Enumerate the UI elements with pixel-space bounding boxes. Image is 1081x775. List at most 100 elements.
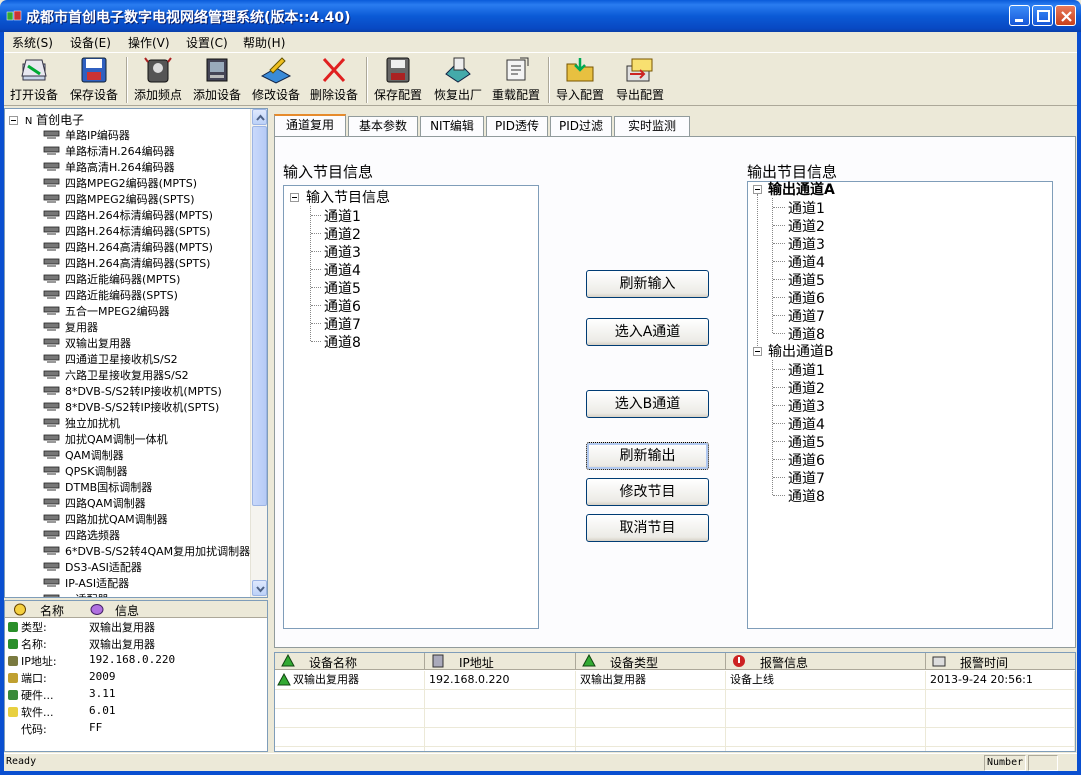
tree-root[interactable]: N 首创电子 [9, 111, 84, 128]
alarm-row[interactable] [275, 690, 1075, 709]
output-a-channel-node[interactable]: 通道1 [788, 198, 825, 218]
tree-scrollbar[interactable] [250, 109, 267, 597]
tree-item[interactable]: 四路近能编码器(SPTS) [43, 287, 178, 303]
tree-item[interactable]: 8*DVB-S/S2转IP接收机(SPTS) [43, 399, 219, 415]
maximize-button[interactable] [1032, 5, 1053, 26]
col-device-type[interactable]: 设备类型 [576, 653, 726, 670]
collapse-icon[interactable] [9, 116, 18, 125]
input-tree[interactable]: 输入节目信息 通道1 通道2 通道3 通道4 通道5 通道6 通道7 通道8 [283, 185, 539, 629]
input-channel-node[interactable]: 通道2 [324, 224, 361, 244]
input-channel-node[interactable]: 通道3 [324, 242, 361, 262]
tree-item[interactable]: 四路MPEG2编码器(MPTS) [43, 175, 197, 191]
tree-item[interactable]: 四路MPEG2编码器(SPTS) [43, 191, 195, 207]
add-device-button[interactable]: 添加设备 [187, 56, 247, 104]
tree-item[interactable]: 四路H.264高清编码器(SPTS) [43, 255, 210, 271]
output-a-channel-node[interactable]: 通道6 [788, 288, 825, 308]
tree-item[interactable]: 四路QAM调制器 [43, 495, 146, 511]
tab-pid-pass[interactable]: PID透传 [486, 116, 548, 136]
output-b-channel-node[interactable]: 通道1 [788, 360, 825, 380]
output-b-channel-node[interactable]: 通道4 [788, 414, 825, 434]
menu-help[interactable]: 帮助(H) [243, 34, 285, 51]
cancel-program-button[interactable]: 取消节目 [586, 514, 709, 542]
alarm-row[interactable] [275, 728, 1075, 747]
tree-item[interactable]: 四通道卫星接收机S/S2 [43, 351, 178, 367]
input-channel-node[interactable]: 通道1 [324, 206, 361, 226]
collapse-icon[interactable] [753, 347, 762, 356]
tree-item[interactable]: 单路标清H.264编码器 [43, 143, 175, 159]
output-a-channel-node[interactable]: 通道7 [788, 306, 825, 326]
tab-nit-edit[interactable]: NIT编辑 [420, 116, 484, 136]
tree-item[interactable]: 单路IP编码器 [43, 127, 130, 143]
tree-item[interactable]: DS3-ASI适配器 [43, 559, 142, 575]
minimize-button[interactable] [1009, 5, 1030, 26]
tree-item[interactable]: 四路H.264高清编码器(MPTS) [43, 239, 213, 255]
alarm-row[interactable] [275, 709, 1075, 728]
output-b-node[interactable]: 输出通道B [768, 341, 834, 361]
refresh-output-button[interactable]: 刷新输出 [586, 442, 709, 470]
tree-item[interactable]: 五合一MPEG2编码器 [43, 303, 170, 319]
output-a-channel-node[interactable]: 通道5 [788, 270, 825, 290]
menu-system[interactable]: 系统(S) [12, 34, 53, 51]
info-col-info[interactable]: 信息 [115, 602, 139, 619]
import-config-button[interactable]: 导入配置 [550, 56, 610, 104]
alarm-row[interactable] [275, 747, 1075, 751]
input-channel-node[interactable]: 通道7 [324, 314, 361, 334]
output-b-channel-node[interactable]: 通道6 [788, 450, 825, 470]
col-alarm-time[interactable]: 报警时间 [926, 653, 1075, 670]
tree-item[interactable]: 独立加扰机 [43, 415, 120, 431]
output-b-channel-node[interactable]: 通道8 [788, 486, 825, 506]
menu-settings[interactable]: 设置(C) [186, 34, 228, 51]
tab-channel-mux[interactable]: 通道复用 [274, 114, 346, 137]
output-b-channel-node[interactable]: 通道3 [788, 396, 825, 416]
tree-item[interactable]: 双输出复用器 [43, 335, 131, 351]
edit-program-button[interactable]: 修改节目 [586, 478, 709, 506]
menu-device[interactable]: 设备(E) [70, 34, 111, 51]
col-ip-address[interactable]: IP地址 [425, 653, 576, 670]
open-device-button[interactable]: 打开设备 [4, 56, 64, 104]
menu-operation[interactable]: 操作(V) [128, 34, 170, 51]
output-a-node[interactable]: 输出通道A [768, 179, 835, 199]
save-device-button[interactable]: 保存设备 [64, 56, 124, 104]
collapse-icon[interactable] [753, 185, 762, 194]
tree-item[interactable]: QPSK调制器 [43, 463, 128, 479]
tree-item[interactable]: 加扰QAM调制一体机 [43, 431, 168, 447]
tree-item[interactable]: DTMB国标调制器 [43, 479, 152, 495]
alarm-list[interactable]: 设备名称 IP地址 设备类型 报警信息 报警时间 双输出复用器 192.168.0… [274, 652, 1076, 752]
tab-pid-filter[interactable]: PID过滤 [550, 116, 612, 136]
tree-item[interactable]: 四路H.264标清编码器(SPTS) [43, 223, 210, 239]
reload-config-button[interactable]: 重载配置 [486, 56, 546, 104]
input-root-node[interactable]: 输入节目信息 [306, 187, 390, 207]
add-frequency-button[interactable]: 添加频点 [128, 56, 188, 104]
output-b-channel-node[interactable]: 通道7 [788, 468, 825, 488]
output-b-channel-node[interactable]: 通道5 [788, 432, 825, 452]
tab-basic-params[interactable]: 基本参数 [348, 116, 418, 136]
select-a-button[interactable]: 选入A通道 [586, 318, 709, 346]
device-tree[interactable]: N 首创电子 单路IP编码器 单路标清H.264编码器 单路高清H.264编码器 四路… [4, 108, 268, 598]
info-col-name[interactable]: 名称 [40, 602, 64, 619]
collapse-icon[interactable] [290, 193, 299, 202]
tree-item[interactable]: QAM调制器 [43, 447, 124, 463]
tree-item[interactable]: 四路近能编码器(MPTS) [43, 271, 180, 287]
scroll-up-button[interactable] [252, 109, 267, 125]
tree-item[interactable]: 复用器 [43, 319, 98, 335]
tree-item[interactable]: 六路卫星接收复用器S/S2 [43, 367, 189, 383]
output-b-channel-node[interactable]: 通道2 [788, 378, 825, 398]
output-a-channel-node[interactable]: 通道2 [788, 216, 825, 236]
refresh-input-button[interactable]: 刷新输入 [586, 270, 709, 298]
col-device-name[interactable]: 设备名称 [275, 653, 425, 670]
scroll-down-button[interactable] [252, 580, 267, 596]
alarm-row[interactable]: 双输出复用器 192.168.0.220 双输出复用器 设备上线 2013-9-24 2… [275, 671, 1075, 690]
export-config-button[interactable]: 导出配置 [610, 56, 670, 104]
output-a-channel-node[interactable]: 通道3 [788, 234, 825, 254]
tree-item[interactable]: 四路选频器 [43, 527, 120, 543]
tree-item[interactable]: 6*DVB-S/S2转4QAM复用加扰调制器 [43, 543, 250, 559]
col-alarm-info[interactable]: 报警信息 [726, 653, 926, 670]
tree-item[interactable]: 8*DVB-S/S2转IP接收机(MPTS) [43, 383, 222, 399]
tree-item[interactable]: 四路H.264标清编码器(MPTS) [43, 207, 213, 223]
input-channel-node[interactable]: 通道8 [324, 332, 361, 352]
tree-item[interactable]: 单路高清H.264编码器 [43, 159, 175, 175]
output-tree[interactable]: 输出通道A 通道1 通道2 通道3 通道4 通道5 通道6 通道7 通道8 输出通道B 通道1 通道2… [747, 181, 1053, 629]
scroll-thumb[interactable] [252, 126, 267, 506]
tree-item[interactable]: ...适配器 [43, 591, 109, 597]
select-b-button[interactable]: 选入B通道 [586, 390, 709, 418]
